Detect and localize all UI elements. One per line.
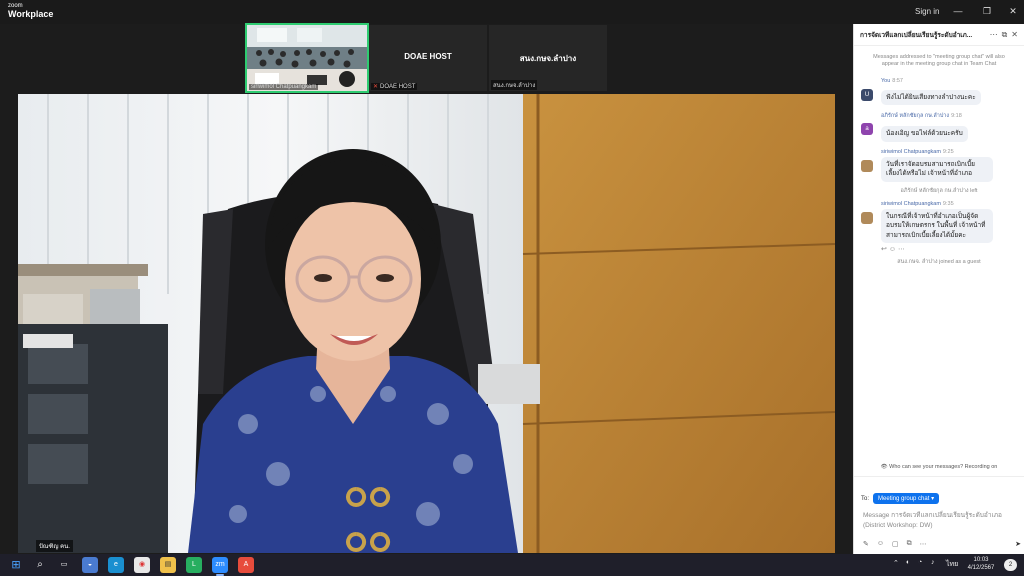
chat-panel: การจัดเวทีแลกเปลี่ยนเรียนรู้ระดับอำเภ...…	[853, 24, 1024, 554]
tray-app-icon[interactable]: ◐	[906, 559, 910, 566]
message-time: 9:25	[942, 148, 954, 155]
muted-mic-icon: ✕	[373, 84, 379, 90]
language-indicator[interactable]: ไทย	[946, 559, 958, 570]
chat-message: a อภิรักษ์ หลักชัยกุล กษ.ลำปาง 9:18 น้องเ…	[854, 112, 1024, 142]
active-speaker-name: ปัณฑิญ คน.	[36, 540, 73, 552]
edge-icon[interactable]: e	[108, 557, 124, 573]
clock-date: 4/12/2567	[967, 565, 995, 572]
zoom-window: zoom Workplace Sign in — ❐ ✕ siriwimol C…	[0, 0, 1024, 576]
clock-time: 10:03	[973, 557, 989, 563]
avatar	[861, 211, 873, 224]
popout-icon[interactable]: ⧉	[1002, 30, 1008, 40]
more-icon[interactable]: ⋯	[898, 246, 905, 253]
message-sender: อภิรักษ์ หลักชัยกุล กษ.ลำปาง 9:18	[881, 112, 1018, 120]
video-area: siriwimol Chatpuangkam DOAE HOST ✕ DOAE H…	[0, 23, 853, 554]
close-chat-icon[interactable]: ✕	[1011, 30, 1018, 39]
avatar: a	[861, 123, 873, 136]
chat-title: การจัดเวทีแลกเปลี่ยนเรียนรู้ระดับอำเภ...	[860, 31, 973, 39]
eye-icon: 👁	[880, 464, 888, 470]
wifi-icon[interactable]: ◔	[918, 559, 922, 566]
task-view-icon[interactable]: ▭	[56, 557, 72, 573]
joined-notice: สนง.กษจ. ลำปาง joined as a guest	[897, 259, 981, 266]
message-bubble[interactable]: น้องเอิญ ขอไฟล์ด้วยนะครับ	[881, 126, 968, 142]
brand-large: Workplace	[8, 9, 54, 19]
message-sender: siriwimol Chatpuangkam 9:25	[881, 149, 1018, 155]
widgets-icon[interactable]: ◒	[82, 557, 98, 573]
left-notice: อภิรักษ์ หลักชัยกุล กษ.ลำปาง left	[900, 187, 978, 194]
zoom-taskbar-icon[interactable]: zm	[212, 557, 228, 576]
chat-message: siriwimol Chatpuangkam 9:35 ในกรณีที่เจ้า…	[854, 201, 1024, 253]
recipient-row: To: Meeting group chat ▾	[861, 493, 940, 504]
format-icon[interactable]: ✎	[863, 540, 869, 548]
participant-strip: siriwimol Chatpuangkam DOAE HOST ✕ DOAE H…	[245, 23, 607, 93]
message-time: 9:35	[942, 200, 954, 207]
message-bubble[interactable]: วันที่เราจัดอบรมสามารถเบิกเบี้ยเลี้ยงได้…	[881, 156, 993, 182]
participant-name-text: DOAE HOST	[380, 84, 416, 90]
windows-taskbar: ⊞ ⌕ ▭ ◒ e ◉ ▤ L zm A ⌃ ◐ ◔ ♪ ไทย 10:03 4…	[0, 554, 1024, 576]
chat-header: การจัดเวทีแลกเปลี่ยนเรียนรู้ระดับอำเภ...…	[854, 24, 1024, 46]
recipient-value: Meeting group chat	[878, 496, 930, 502]
chevron-up-icon[interactable]: ⌃	[893, 559, 899, 567]
avatar: U	[861, 88, 873, 101]
participant-tile[interactable]: siriwimol Chatpuangkam	[245, 23, 369, 93]
title-bar: zoom Workplace Sign in — ❐ ✕	[0, 0, 1024, 24]
active-speaker-video[interactable]: ปัณฑิญ คน.	[18, 94, 835, 553]
more-options-icon[interactable]: ⋯	[990, 30, 998, 39]
reply-icon[interactable]: ↩	[881, 246, 887, 253]
who-can-see-link[interactable]: 👁 Who can see your messages? Recording o…	[854, 464, 1024, 470]
more-icon[interactable]: ⋯	[920, 540, 927, 548]
chat-notice: Messages addressed to "meeting group cha…	[873, 54, 1005, 68]
sign-in-link[interactable]: Sign in	[915, 7, 939, 16]
emoji-icon[interactable]: ☺	[877, 540, 884, 548]
participant-name: ✕ DOAE HOST	[371, 83, 418, 90]
chat-composer: 👁 Who can see your messages? Recording o…	[854, 464, 1024, 554]
sender-name: siriwimol Chatpuangkam	[881, 148, 941, 155]
message-sender: You 8:57	[881, 78, 1018, 84]
chat-message: siriwimol Chatpuangkam 9:25 วันที่เราจัดอ…	[854, 149, 1024, 182]
recipient-dropdown[interactable]: Meeting group chat ▾	[873, 493, 940, 504]
participant-name: สนง.กษจ.ลำปาง	[491, 80, 538, 90]
chrome-icon[interactable]: ◉	[134, 557, 150, 573]
avatar	[861, 159, 873, 172]
minimize-button[interactable]: —	[951, 4, 965, 18]
screenshot-icon[interactable]: ⧉	[907, 540, 912, 548]
participant-tile[interactable]: DOAE HOST ✕ DOAE HOST	[369, 25, 487, 91]
search-icon[interactable]: ⌕	[32, 557, 48, 573]
send-icon[interactable]: ➤	[1015, 540, 1021, 548]
participant-center-name: DOAE HOST	[404, 52, 452, 61]
classroom-video	[247, 25, 367, 91]
chat-message: U You 8:57 ฟังไม่ได้ยินเสียงทางลำปางนะคะ	[854, 78, 1024, 106]
pdf-icon[interactable]: A	[238, 557, 254, 573]
sender-name: You	[881, 77, 891, 84]
zoom-logo: zoom Workplace	[8, 3, 53, 19]
sender-name: siriwimol Chatpuangkam	[881, 200, 941, 207]
message-actions: ↩ ☺ ⋯	[881, 245, 1018, 253]
chevron-down-icon: ▾	[931, 496, 935, 502]
composer-toolbar: ✎ ☺ ▢ ⧉ ⋯ ➤	[863, 540, 1021, 548]
message-input[interactable]: Message การจัดเวทีแลกเปลี่ยนเรียนรู้ระดั…	[863, 511, 1013, 531]
participant-name: siriwimol Chatpuangkam	[249, 84, 319, 90]
file-icon[interactable]: ▢	[892, 540, 899, 548]
message-time: 8:57	[892, 77, 903, 84]
notification-badge[interactable]: 2	[1004, 559, 1017, 571]
participant-center-name: สนง.กษจ.ลำปาง	[519, 54, 577, 63]
volume-icon[interactable]: ♪	[931, 559, 935, 566]
to-label: To:	[861, 495, 870, 502]
file-explorer-icon[interactable]: ▤	[160, 557, 176, 573]
message-time: 9:18	[951, 113, 962, 120]
message-sender: siriwimol Chatpuangkam 9:35	[881, 201, 1018, 207]
clock[interactable]: 10:03 4/12/2567	[962, 556, 1000, 573]
participant-tile[interactable]: สนง.กษจ.ลำปาง สนง.กษจ.ลำปาง	[489, 25, 607, 91]
who-can-see-text: Who can see your messages? Recording on	[889, 464, 998, 470]
speaker-video-frame	[18, 94, 835, 553]
message-bubble[interactable]: ในกรณีที่เจ้าหน้าที่อำเภอเป็นผู้จัดอบรมใ…	[881, 208, 993, 244]
windows-start-icon[interactable]: ⊞	[8, 557, 24, 573]
restore-button[interactable]: ❐	[980, 4, 994, 18]
close-button[interactable]: ✕	[1006, 4, 1020, 18]
sender-name: อภิรักษ์ หลักชัยกุล กษ.ลำปาง	[881, 113, 950, 120]
emoji-icon[interactable]: ☺	[889, 246, 896, 253]
message-bubble[interactable]: ฟังไม่ได้ยินเสียงทางลำปางนะคะ	[881, 89, 981, 106]
line-icon[interactable]: L	[186, 557, 202, 573]
